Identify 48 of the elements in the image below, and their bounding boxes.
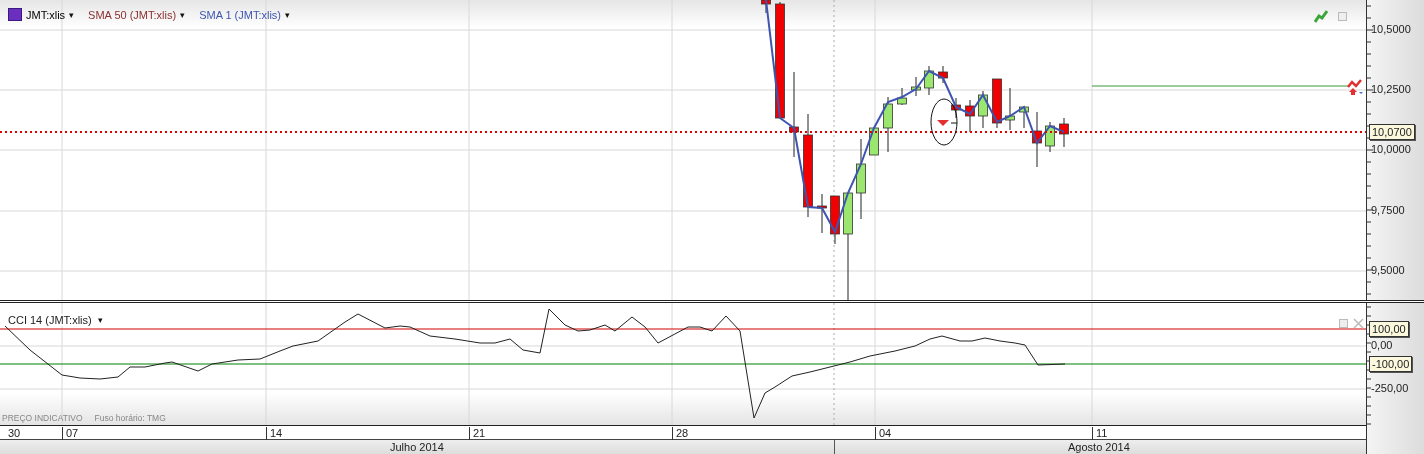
instrument-icon <box>8 8 22 21</box>
trend-icon[interactable] <box>1315 11 1327 22</box>
candle <box>938 65 948 84</box>
candle <box>761 0 771 14</box>
trend-alert-icon[interactable] <box>1348 80 1363 95</box>
axis-label: 10,5000 <box>1371 23 1411 35</box>
candle <box>978 90 988 129</box>
date-label: 30 <box>7 427 21 440</box>
candle <box>1032 111 1042 168</box>
axis-label: 9,5000 <box>1371 264 1405 276</box>
candle <box>817 193 827 234</box>
axis-label: 10,2500 <box>1371 83 1411 95</box>
candle <box>992 78 1002 129</box>
level-label: -100,00 <box>1369 356 1413 372</box>
alert-marker-icon[interactable] <box>930 98 958 146</box>
month-label: Agosto 2014 <box>1068 441 1130 453</box>
maximize-icon[interactable] <box>1339 319 1348 328</box>
symbol-label[interactable]: JMT:xlis <box>26 8 66 21</box>
candle <box>869 127 879 156</box>
candle <box>1059 117 1069 148</box>
dropdown-arrow[interactable]: ▾ <box>285 9 291 20</box>
close-icon[interactable] <box>1353 318 1364 329</box>
axis-label: 10,0000 <box>1371 143 1411 155</box>
footer-note: PREÇO INDICATIVO <box>2 413 83 423</box>
candle <box>830 195 840 245</box>
candle <box>883 96 893 153</box>
candle <box>1019 106 1029 129</box>
maximize-icon[interactable] <box>1338 12 1347 21</box>
candle <box>924 65 934 96</box>
axis-label: 0,00 <box>1371 339 1393 351</box>
candle <box>951 97 961 119</box>
dropdown-arrow[interactable]: ▾ <box>69 9 75 20</box>
month-label: Julho 2014 <box>390 441 444 453</box>
indicator-label[interactable]: SMA 50 (JMT:xlis) <box>88 8 177 21</box>
candle <box>911 76 921 97</box>
indicator-label[interactable]: SMA 1 (JMT:xlis) <box>199 8 282 21</box>
footer-note: Fuso horário: TMG <box>94 413 166 423</box>
axis-label: 9,7500 <box>1371 204 1405 216</box>
indicator-label[interactable]: CCI 14 (JMT:xlis) <box>8 314 92 326</box>
axis-label: -250,00 <box>1371 382 1409 394</box>
candle <box>1005 87 1015 131</box>
level-label: 100,00 <box>1369 321 1409 337</box>
candle <box>897 87 907 106</box>
dropdown-arrow[interactable]: ▾ <box>97 315 103 325</box>
price-label: 10,0700 <box>1369 124 1415 140</box>
candle <box>1045 121 1055 153</box>
candle <box>965 99 975 133</box>
dropdown-arrow[interactable]: ▾ <box>180 9 186 20</box>
